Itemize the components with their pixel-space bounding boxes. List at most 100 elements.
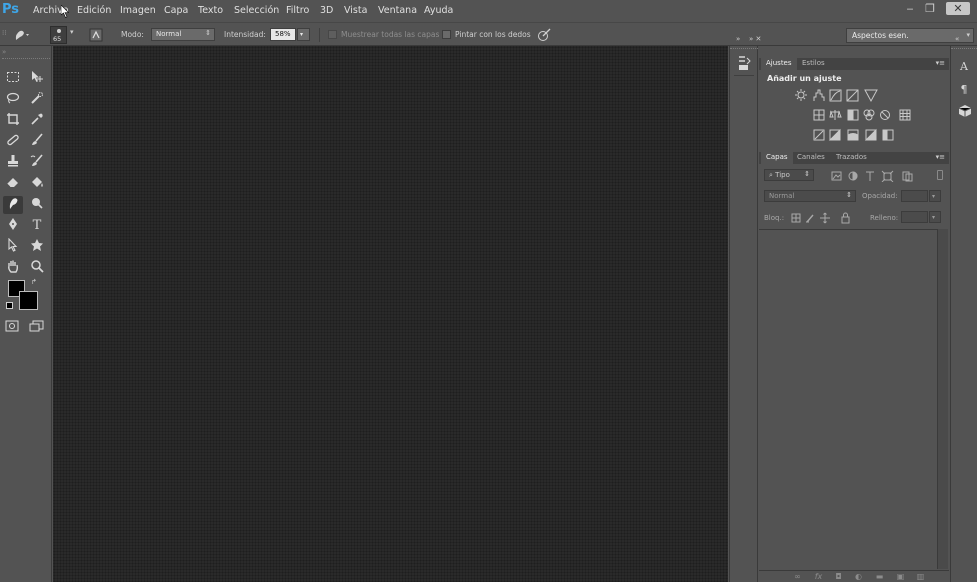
brush-picker-chevron-icon[interactable]: ▾	[70, 28, 74, 36]
history-brush-icon	[30, 154, 43, 166]
fill-slider-toggle[interactable]: ▾	[929, 211, 941, 223]
restore-icon[interactable]: ❐	[920, 2, 940, 15]
close-icon[interactable]: ✕	[946, 2, 970, 15]
quick-mask-icon[interactable]	[5, 320, 19, 332]
toolbar-collapse-icon[interactable]: »	[2, 48, 6, 56]
menu-vista[interactable]: Vista	[344, 5, 367, 16]
intensity-input[interactable]: 58%	[270, 28, 296, 41]
mode-select-value: Normal	[156, 30, 182, 38]
layer-style-icon[interactable]: fx	[814, 573, 823, 581]
move-tool[interactable]	[27, 70, 47, 88]
pen-icon	[9, 218, 17, 230]
menu-texto[interactable]: Texto	[198, 5, 223, 16]
tab-canales[interactable]: Canales	[792, 152, 830, 164]
opacity-label: Opacidad:	[862, 192, 898, 200]
smudge-tool-preset-icon[interactable]	[12, 28, 30, 42]
mouse-cursor-icon	[61, 5, 69, 18]
fill-input[interactable]	[901, 211, 928, 223]
brush-tool[interactable]	[27, 133, 47, 151]
paint-bucket-tool[interactable]	[27, 175, 47, 193]
toolbar-grip[interactable]	[2, 58, 50, 60]
expand-strip-icon[interactable]: «	[955, 35, 959, 43]
menu-3d[interactable]: 3D	[320, 5, 333, 16]
opacity-slider-toggle[interactable]: ▾	[929, 190, 941, 202]
menu-ventana[interactable]: Ventana	[378, 5, 417, 16]
lock-icons[interactable]	[791, 212, 853, 224]
new-layer-icon[interactable]: ▣	[896, 573, 905, 581]
panel-menu-icon[interactable]: ▾≡	[936, 153, 945, 161]
crop-tool[interactable]	[3, 112, 23, 130]
intensity-slider-toggle[interactable]: ▾	[297, 28, 310, 41]
smudge-tool[interactable]	[3, 196, 23, 214]
add-mask-icon[interactable]: ◘	[834, 573, 843, 581]
tab-estilos[interactable]: Estilos	[797, 58, 830, 70]
default-colors-icon[interactable]	[6, 302, 13, 309]
expand-dock-icon[interactable]: »	[736, 35, 740, 43]
menu-seleccion[interactable]: Selección	[234, 5, 279, 16]
chevron-down-icon: ▾	[932, 193, 936, 200]
sample-all-layers-checkbox[interactable]	[328, 30, 337, 39]
panel-menu-icon[interactable]: ▾≡	[936, 59, 945, 67]
minimize-icon[interactable]: ‒	[900, 2, 920, 15]
lasso-tool[interactable]	[3, 91, 23, 109]
opacity-input[interactable]	[901, 190, 928, 202]
eyedropper-tool[interactable]	[27, 112, 47, 130]
screen-mode-icon[interactable]	[29, 320, 45, 332]
3d-panel-icon[interactable]	[958, 104, 972, 118]
history-brush-tool[interactable]	[27, 154, 47, 172]
collapse-panels-icon[interactable]: » ✕	[749, 35, 761, 43]
chevron-down-icon: ▾	[300, 31, 304, 38]
document-canvas[interactable]	[53, 46, 728, 582]
menu-bar: Ps Archivo Edición Imagen Capa Texto Sel…	[0, 0, 977, 22]
tab-capas[interactable]: Capas	[761, 152, 793, 164]
layer-filter-icons[interactable]	[831, 170, 921, 182]
menu-ayuda[interactable]: Ayuda	[424, 5, 453, 16]
adjustment-icons[interactable]	[787, 88, 927, 146]
mode-select[interactable]: Normal ⇕	[151, 28, 215, 41]
background-color-swatch[interactable]	[19, 291, 38, 310]
history-panel-icon[interactable]	[737, 55, 751, 71]
menu-imagen[interactable]: Imagen	[120, 5, 156, 16]
pressure-brush-icon[interactable]	[537, 27, 552, 42]
link-layers-icon[interactable]: ∞	[793, 573, 802, 581]
menu-edicion[interactable]: Edición	[77, 5, 111, 16]
clone-stamp-tool[interactable]	[3, 154, 23, 172]
updown-chevron-icon: ⇕	[205, 29, 211, 37]
custom-shape-icon	[31, 239, 43, 251]
type-tool[interactable]: T	[27, 217, 47, 235]
options-grip-icon[interactable]: ⁞⁞	[2, 29, 6, 37]
character-panel-icon[interactable]: A	[957, 60, 971, 74]
brush-panel-toggle-icon[interactable]	[89, 28, 103, 42]
new-group-icon[interactable]: ▬	[875, 573, 884, 581]
tab-ajustes[interactable]: Ajustes	[761, 58, 797, 70]
menu-filtro[interactable]: Filtro	[286, 5, 309, 16]
marquee-tool[interactable]	[3, 70, 23, 88]
filter-toggle-icon[interactable]	[937, 170, 943, 180]
brush-size-picker[interactable]: 65	[50, 26, 67, 44]
dock-grip[interactable]	[730, 48, 758, 49]
dodge-tool[interactable]	[27, 196, 47, 214]
blend-mode-value: Normal	[769, 192, 795, 200]
spot-healing-tool[interactable]	[3, 133, 23, 151]
menu-capa[interactable]: Capa	[164, 5, 188, 16]
hand-tool[interactable]	[3, 259, 23, 277]
blend-mode-select[interactable]: Normal ⇕	[764, 190, 856, 202]
shape-tool[interactable]	[27, 238, 47, 256]
finger-painting-checkbox[interactable]	[442, 30, 451, 39]
strip-grip[interactable]	[951, 48, 977, 49]
tab-trazados[interactable]: Trazados	[831, 152, 872, 164]
layer-filter-select[interactable]: ⌕ Tipo ⇕	[764, 169, 814, 181]
quick-selection-tool[interactable]	[27, 91, 47, 109]
paragraph-panel-icon[interactable]: ¶	[957, 83, 971, 97]
delete-layer-icon[interactable]: ▥	[916, 573, 925, 581]
layers-list[interactable]	[759, 229, 937, 569]
path-selection-tool[interactable]	[3, 237, 23, 256]
adjustments-tabs: Ajustes Estilos ▾≡	[759, 58, 949, 70]
swap-colors-icon[interactable]: ↱	[31, 278, 37, 286]
new-adjustment-layer-icon[interactable]: ◐	[854, 573, 863, 581]
layers-scrollbar[interactable]	[937, 229, 948, 569]
eraser-tool[interactable]	[3, 175, 23, 193]
pen-tool[interactable]	[3, 217, 23, 235]
zoom-tool[interactable]	[27, 259, 47, 277]
brush-tip-icon	[57, 29, 61, 33]
